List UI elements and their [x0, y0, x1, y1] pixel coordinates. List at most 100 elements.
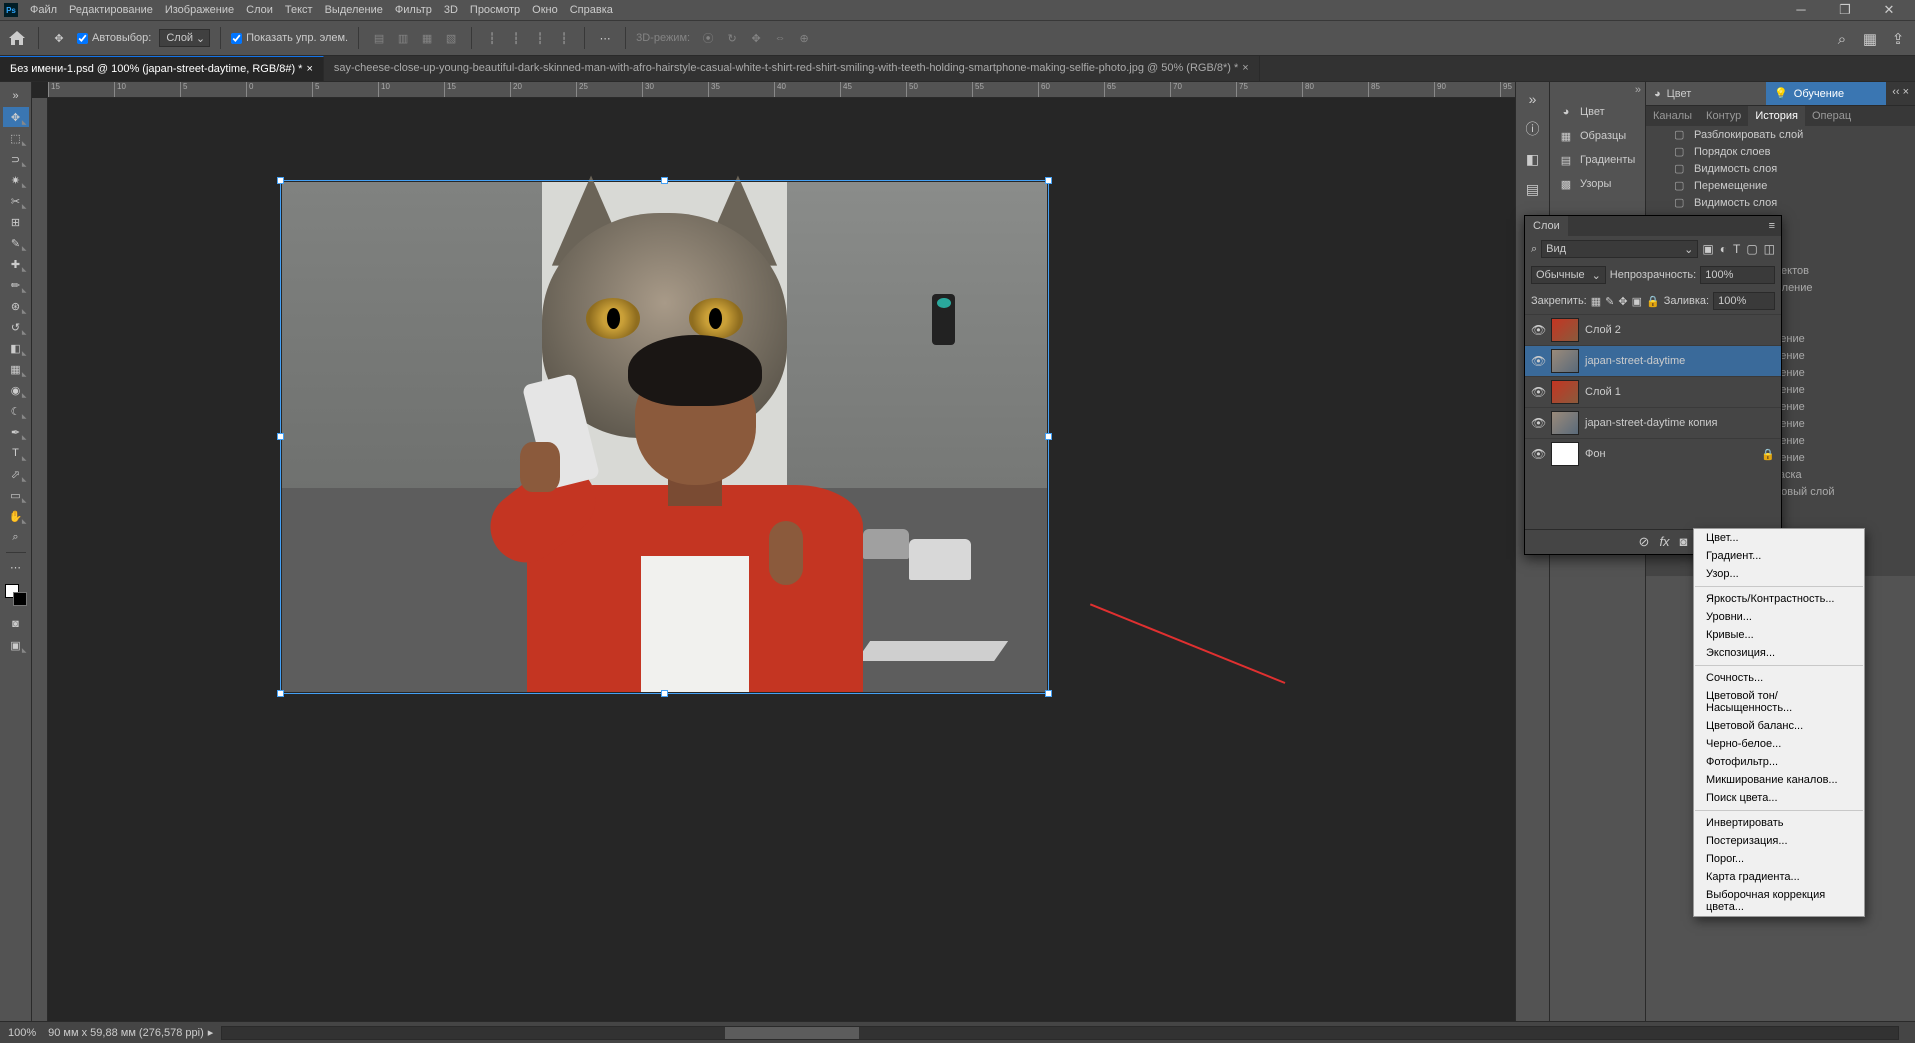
tab-history[interactable]: История: [1748, 106, 1805, 126]
visibility-icon[interactable]: 👁: [1531, 323, 1545, 337]
close-panel-icon[interactable]: ‹‹ ×: [1886, 82, 1915, 105]
history-item[interactable]: ▢Перемещение: [1646, 177, 1915, 194]
gradient-tool[interactable]: ▦◣: [3, 359, 29, 379]
window-maximize-icon[interactable]: ❐: [1823, 2, 1867, 18]
color-swatches[interactable]: [5, 584, 27, 606]
menu-select[interactable]: Выделение: [319, 1, 389, 19]
visibility-icon[interactable]: 👁: [1531, 385, 1545, 399]
menu-view[interactable]: Просмотр: [464, 1, 526, 19]
close-tab-icon[interactable]: ×: [306, 63, 312, 75]
menu-3d[interactable]: 3D: [438, 1, 464, 19]
properties-panel-icon[interactable]: ◧: [1522, 148, 1544, 170]
menu-hue-sat[interactable]: Цветовой тон/Насыщенность...: [1694, 687, 1864, 717]
3d-pan-icon[interactable]: ✥: [746, 28, 766, 48]
stamp-tool[interactable]: ⊛◣: [3, 296, 29, 316]
layer-thumbnail[interactable]: [1551, 411, 1579, 435]
marquee-tool[interactable]: ⬚◣: [3, 128, 29, 148]
info-panel-icon[interactable]: ⓘ: [1522, 118, 1544, 140]
menu-curves[interactable]: Кривые...: [1694, 626, 1864, 644]
menu-window[interactable]: Окно: [526, 1, 564, 19]
history-item[interactable]: ▢Видимость слоя: [1646, 194, 1915, 211]
close-tab-icon[interactable]: ×: [1242, 62, 1248, 74]
filter-pixel-icon[interactable]: ▣: [1702, 242, 1713, 256]
panel-patterns[interactable]: ▩Узоры: [1550, 172, 1645, 196]
home-icon[interactable]: [6, 27, 28, 49]
brush-tool[interactable]: ✏◣: [3, 275, 29, 295]
autoselect-check[interactable]: Автовыбор:: [77, 32, 151, 44]
align-center-h-icon[interactable]: ▥: [393, 28, 413, 48]
eraser-tool[interactable]: ◧◣: [3, 338, 29, 358]
layer-thumbnail[interactable]: [1551, 349, 1579, 373]
align-more-icon[interactable]: ┇: [554, 28, 574, 48]
path-select-tool[interactable]: ⬀◣: [3, 464, 29, 484]
align-left-icon[interactable]: ▤: [369, 28, 389, 48]
dodge-tool[interactable]: ☾◣: [3, 401, 29, 421]
menu-invert[interactable]: Инвертировать: [1694, 814, 1864, 832]
align-top-icon[interactable]: ▧: [441, 28, 461, 48]
menu-levels[interactable]: Уровни...: [1694, 608, 1864, 626]
add-mask-icon[interactable]: ◙: [1680, 534, 1688, 550]
menu-help[interactable]: Справка: [564, 1, 619, 19]
lock-artboard-icon[interactable]: ▣: [1632, 295, 1642, 308]
layer-fx-icon[interactable]: fx: [1659, 534, 1669, 550]
link-layers-icon[interactable]: ⊘: [1639, 534, 1650, 550]
menu-channel-mixer[interactable]: Микширование каналов...: [1694, 771, 1864, 789]
menu-brightness[interactable]: Яркость/Контрастность...: [1694, 590, 1864, 608]
transform-handle-tr[interactable]: [1045, 177, 1052, 184]
collapse-panels-icon[interactable]: »: [1522, 88, 1544, 110]
menu-threshold[interactable]: Порог...: [1694, 850, 1864, 868]
blur-tool[interactable]: ◉◣: [3, 380, 29, 400]
menu-selective-color[interactable]: Выборочная коррекция цвета...: [1694, 886, 1864, 916]
history-item[interactable]: ▢Видимость слоя: [1646, 160, 1915, 177]
show-controls-check[interactable]: Показать упр. элем.: [231, 32, 348, 44]
libraries-panel-icon[interactable]: ▤: [1522, 178, 1544, 200]
layer-thumbnail[interactable]: [1551, 380, 1579, 404]
pen-tool[interactable]: ✒◣: [3, 422, 29, 442]
screenmode-icon[interactable]: ▣◣: [3, 635, 29, 655]
doc-info[interactable]: 90 мм x 59,88 мм (276,578 ppi): [48, 1027, 204, 1039]
menu-text[interactable]: Текст: [279, 1, 319, 19]
filter-type-icon[interactable]: T: [1733, 242, 1740, 256]
lock-brush-icon[interactable]: ✎: [1605, 295, 1614, 308]
share-icon[interactable]: ⇪: [1889, 30, 1907, 48]
distribute-space-icon[interactable]: ┇: [530, 28, 550, 48]
3d-zoom-icon[interactable]: ⊕: [794, 28, 814, 48]
transform-handle-tl[interactable]: [277, 177, 284, 184]
menu-posterize[interactable]: Постеризация...: [1694, 832, 1864, 850]
filter-adjust-icon[interactable]: ◐: [1720, 242, 1727, 256]
menu-pattern[interactable]: Узор...: [1694, 565, 1864, 583]
tab-actions[interactable]: Операц: [1805, 106, 1858, 126]
lasso-tool[interactable]: ⊃◣: [3, 149, 29, 169]
menu-solid-color[interactable]: Цвет...: [1694, 529, 1864, 547]
window-minimize-icon[interactable]: ─: [1779, 2, 1823, 18]
collapse-icon[interactable]: »: [1635, 84, 1641, 98]
layers-panel[interactable]: Слои≡ ⌕ Вид⌄ ▣ ◐ T ▢ ◫ Обычные⌄ Непрозра…: [1524, 215, 1782, 555]
layer-row[interactable]: 👁 Слой 2: [1525, 314, 1781, 345]
menu-exposure[interactable]: Экспозиция...: [1694, 644, 1864, 662]
transform-handle-bl[interactable]: [277, 690, 284, 697]
layer-name[interactable]: Слой 2: [1585, 324, 1621, 336]
layer-name[interactable]: japan-street-daytime: [1585, 355, 1685, 367]
filter-shape-icon[interactable]: ▢: [1746, 242, 1757, 256]
window-close-icon[interactable]: ✕: [1867, 2, 1911, 18]
fill-input[interactable]: 100%: [1713, 292, 1775, 310]
lock-pixels-icon[interactable]: ▦: [1591, 295, 1601, 308]
horizontal-scrollbar[interactable]: [221, 1026, 1899, 1040]
transform-handle-bc[interactable]: [661, 690, 668, 697]
history-item[interactable]: ▢Разблокировать слой: [1646, 126, 1915, 143]
menu-photofilter[interactable]: Фотофильтр...: [1694, 753, 1864, 771]
align-right-icon[interactable]: ▦: [417, 28, 437, 48]
transform-handle-mr[interactable]: [1045, 433, 1052, 440]
3d-slide-icon[interactable]: ⇔: [770, 28, 790, 48]
doc-info-caret-icon[interactable]: ▸: [208, 1026, 214, 1039]
tab-channels[interactable]: Каналы: [1646, 106, 1699, 126]
ruler-horizontal[interactable]: 1510505101520253035404550556065707580859…: [48, 82, 1515, 98]
filter-smart-icon[interactable]: ◫: [1764, 242, 1775, 256]
menu-image[interactable]: Изображение: [159, 1, 240, 19]
menu-color-balance[interactable]: Цветовой баланс...: [1694, 717, 1864, 735]
blend-mode-select[interactable]: Обычные⌄: [1531, 266, 1606, 284]
opacity-input[interactable]: 100%: [1700, 266, 1775, 284]
menu-filter[interactable]: Фильтр: [389, 1, 438, 19]
doc-tab-1[interactable]: Без имени-1.psd @ 100% (japan-street-day…: [0, 56, 324, 81]
zoom-tool[interactable]: ⌕: [3, 527, 29, 547]
